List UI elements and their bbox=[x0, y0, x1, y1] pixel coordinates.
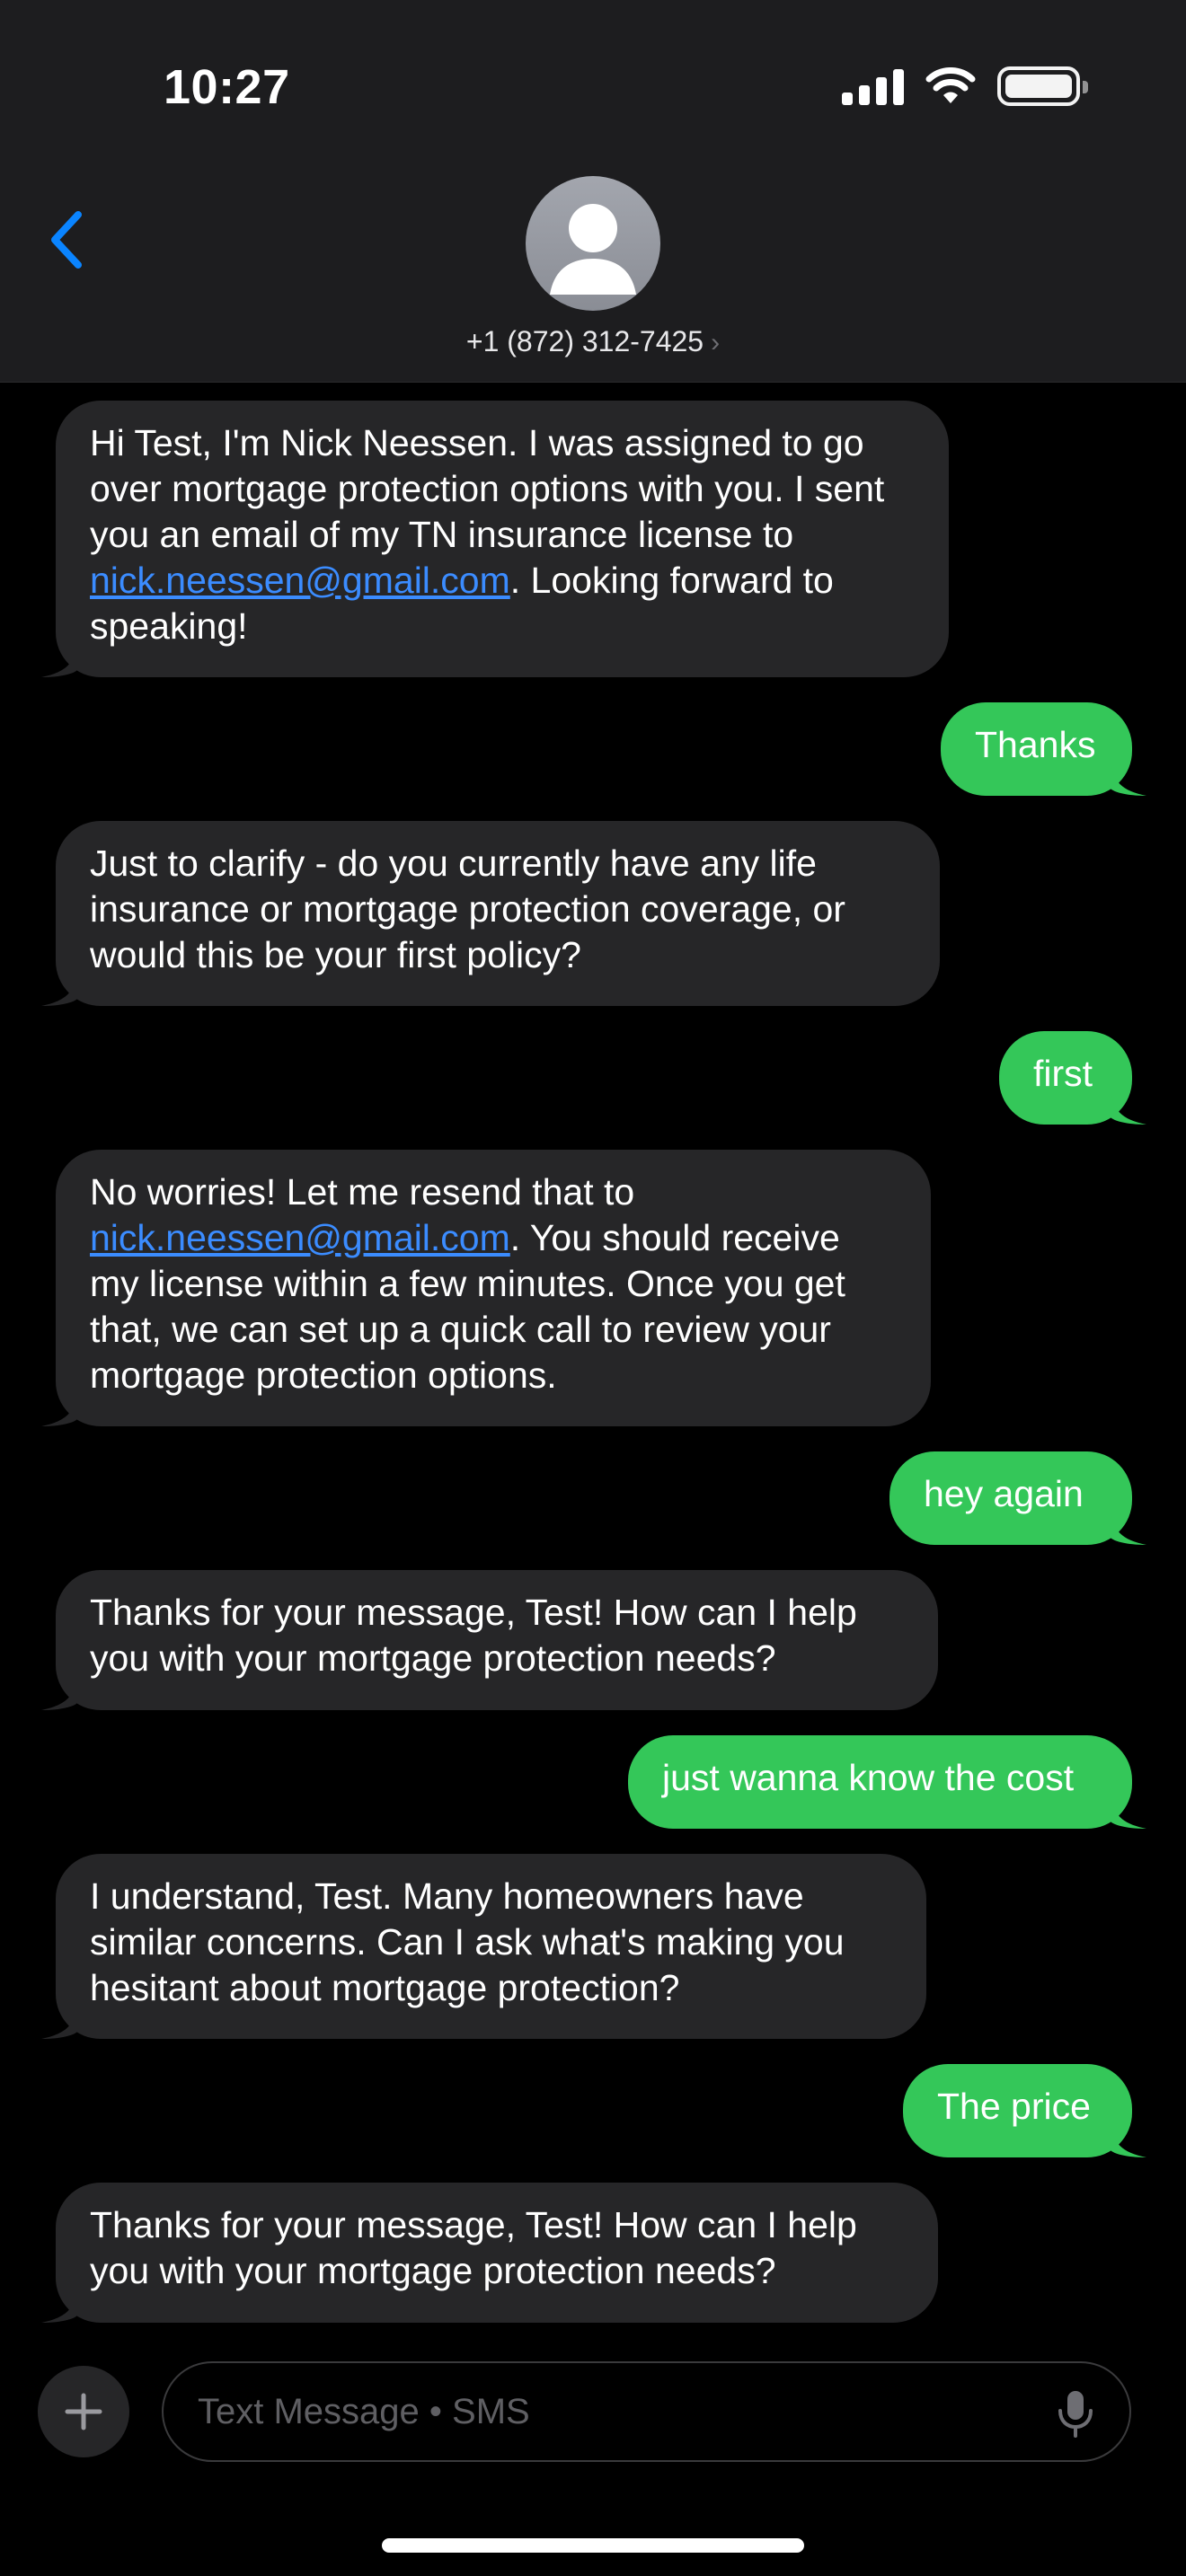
message-bubble-outgoing[interactable]: just wanna know the cost bbox=[628, 1735, 1146, 1829]
bubble-tail bbox=[1111, 1089, 1146, 1125]
bubble-tail bbox=[1111, 2122, 1146, 2157]
back-chevron-icon bbox=[51, 211, 82, 269]
message-bubble-incoming[interactable]: I understand, Test. Many homeowners have… bbox=[41, 1854, 926, 2039]
status-time: 10:27 bbox=[164, 60, 290, 114]
plus-icon bbox=[65, 2393, 102, 2430]
status-icons bbox=[842, 65, 1088, 108]
microphone-icon[interactable] bbox=[1053, 2389, 1098, 2438]
bubble-tail bbox=[41, 970, 77, 1006]
contact-avatar-icon bbox=[550, 204, 636, 295]
bubble-tail bbox=[1111, 1509, 1146, 1545]
message-bubble-incoming[interactable]: Hi Test, I'm Nick Neessen. I was assigne… bbox=[41, 401, 949, 677]
message-bubble-incoming[interactable]: Just to clarify - do you currently have … bbox=[41, 821, 940, 1006]
chevron-right-icon: › bbox=[711, 328, 721, 357]
contact-avatar[interactable] bbox=[526, 176, 660, 311]
contact-number-button[interactable]: +1 (872) 312-7425 › bbox=[0, 325, 1186, 358]
message-bubble-outgoing[interactable]: The price bbox=[903, 2064, 1146, 2157]
conversation-header: 10:27 +1 (872) 312-7425 › bbox=[0, 0, 1186, 383]
battery-icon bbox=[997, 66, 1088, 106]
message-bubble-incoming[interactable]: Thanks for your message, Test! How can I… bbox=[41, 2183, 938, 2323]
add-attachment-button[interactable] bbox=[38, 2366, 129, 2457]
bubble-tail bbox=[41, 2287, 77, 2323]
message-bubble-outgoing[interactable]: Thanks bbox=[941, 702, 1146, 796]
cellular-signal-icon bbox=[842, 67, 904, 105]
email-link[interactable]: nick.neessen@gmail.com bbox=[90, 560, 510, 601]
messages-screen: 10:27 +1 (872) 312-7425 › Hi Test, I'm N… bbox=[0, 0, 1186, 2576]
bubble-tail bbox=[41, 2003, 77, 2039]
bubble-tail bbox=[1111, 1793, 1146, 1829]
message-bubble-incoming[interactable]: Thanks for your message, Test! How can I… bbox=[41, 1570, 938, 1710]
bubble-tail bbox=[1111, 760, 1146, 796]
home-indicator[interactable] bbox=[382, 2538, 804, 2553]
bubble-tail bbox=[41, 1390, 77, 1426]
message-bubble-incoming[interactable]: No worries! Let me resend that to nick.n… bbox=[41, 1150, 931, 1426]
bubble-tail bbox=[41, 1674, 77, 1710]
bubble-tail bbox=[41, 641, 77, 677]
message-bubble-outgoing[interactable]: first bbox=[999, 1031, 1146, 1125]
back-button[interactable] bbox=[34, 199, 97, 280]
email-link[interactable]: nick.neessen@gmail.com bbox=[90, 1217, 510, 1258]
message-bubble-outgoing[interactable]: hey again bbox=[890, 1451, 1146, 1545]
contact-number: +1 (872) 312-7425 bbox=[465, 325, 704, 357]
wifi-icon bbox=[925, 67, 976, 103]
message-input[interactable] bbox=[162, 2361, 1131, 2462]
